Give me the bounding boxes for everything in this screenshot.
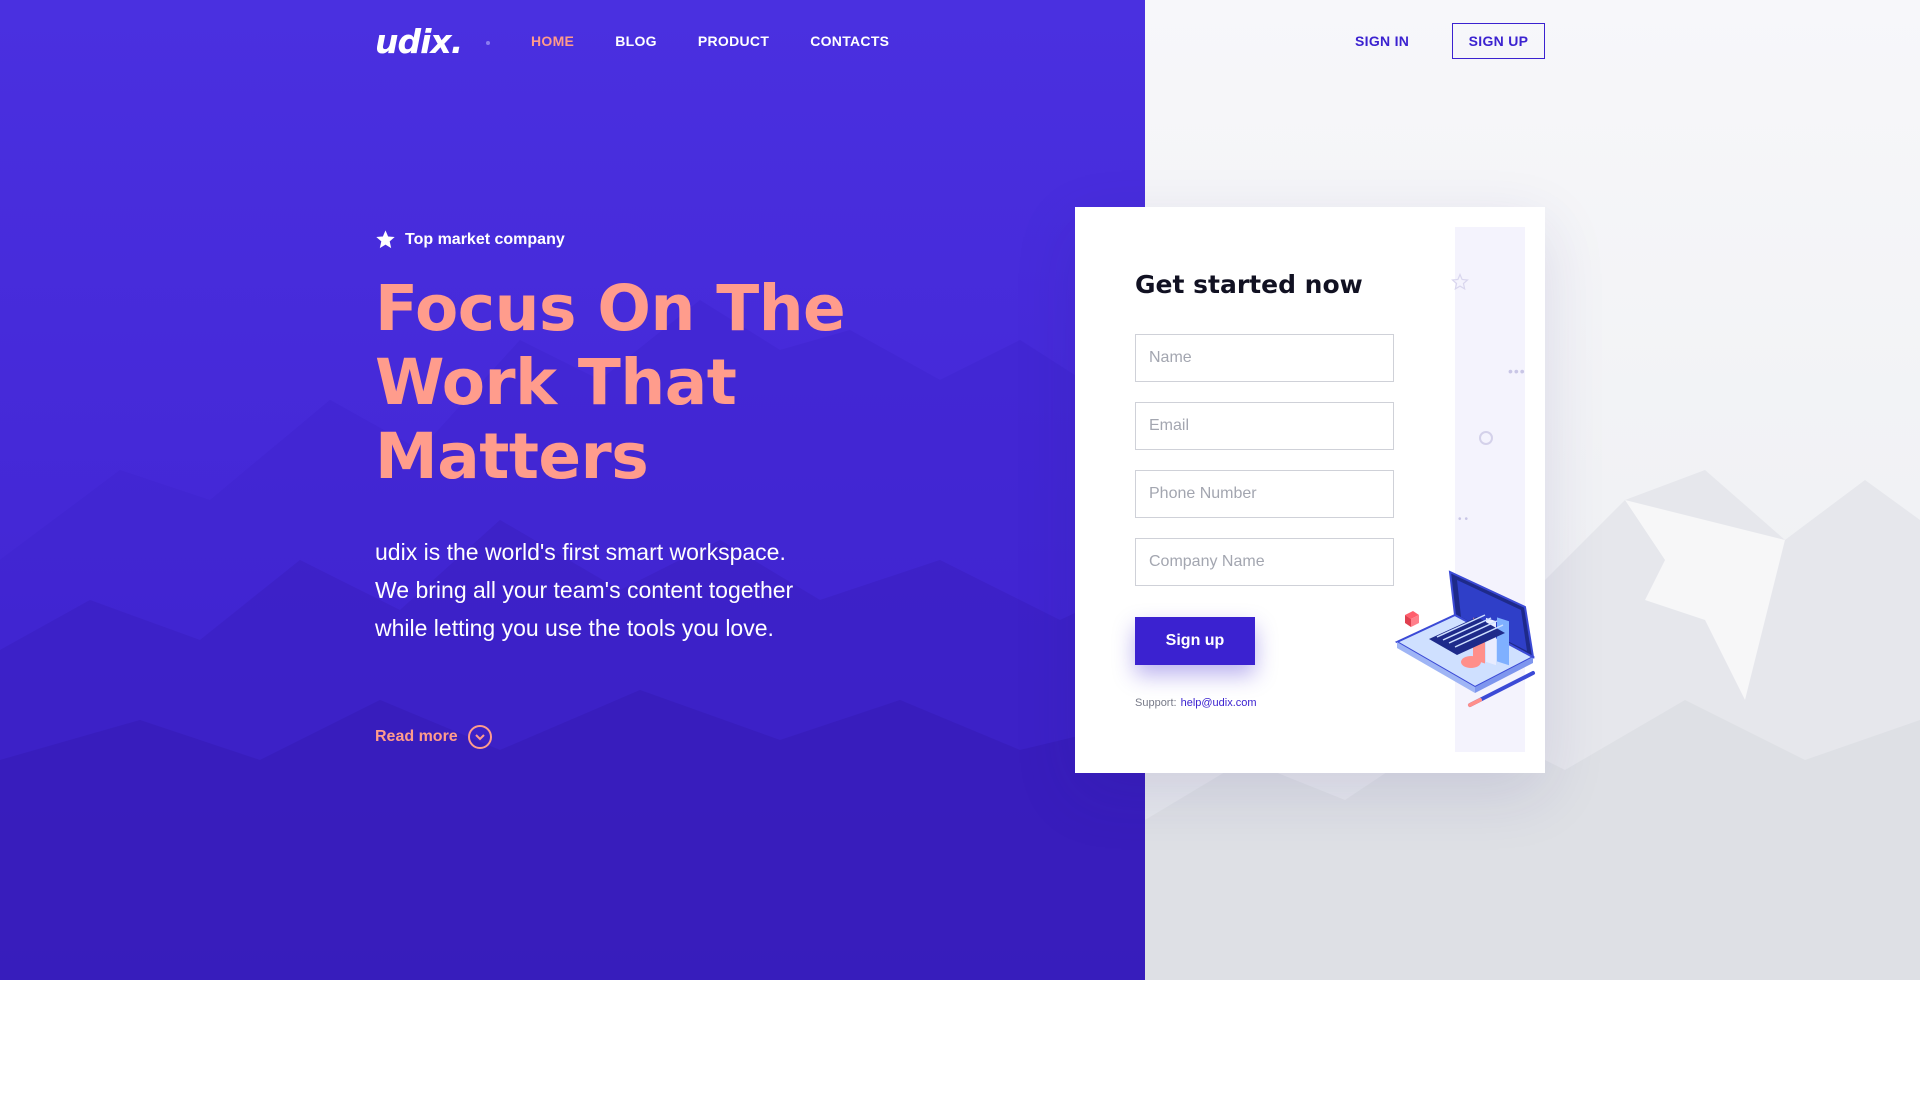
support-label: Support: [1135, 697, 1177, 709]
email-field[interactable] [1135, 402, 1394, 450]
description-line: while letting you use the tools you love… [375, 615, 774, 641]
company-name-field[interactable] [1135, 538, 1394, 586]
nav-item-home[interactable]: HOME [531, 33, 574, 49]
sign-up-button[interactable]: SIGN UP [1452, 23, 1545, 59]
signup-form-card: ••• •• Get started now Sign up Support: h… [1075, 207, 1545, 773]
support-line: Support: help@udix.com [1135, 697, 1257, 709]
nav-item-contacts[interactable]: CONTACTS [810, 33, 889, 49]
phone-number-field[interactable] [1135, 470, 1394, 518]
udix-logo[interactable]: udix. [375, 22, 463, 61]
form-title: Get started now [1135, 270, 1363, 299]
headline-line: Work That [375, 346, 737, 419]
small-dots-icon: •• [1458, 514, 1472, 525]
main-nav: HOME BLOG PRODUCT CONTACTS [531, 33, 889, 49]
headline-line: Matters [375, 420, 649, 493]
circle-outline-icon [1479, 431, 1493, 445]
star-outline-icon [1451, 273, 1469, 291]
nav-separator-dot [486, 41, 490, 45]
laptop-illustration [1394, 570, 1536, 707]
read-more-label: Read more [375, 728, 458, 745]
dots-icon: ••• [1508, 363, 1526, 379]
top-market-badge: Top market company [375, 229, 565, 250]
nav-item-product[interactable]: PRODUCT [698, 33, 769, 49]
hero-description: udix is the world's first smart workspac… [375, 533, 865, 647]
badge-label: Top market company [405, 230, 565, 248]
star-icon [376, 230, 395, 249]
hero-section: udix. HOME BLOG PRODUCT CONTACTS SIGN IN… [0, 0, 1920, 980]
description-line: udix is the world's first smart workspac… [375, 539, 786, 565]
description-line: We bring all your team's content togethe… [375, 577, 794, 603]
form-sign-up-button[interactable]: Sign up [1135, 617, 1255, 665]
sign-in-link[interactable]: SIGN IN [1355, 33, 1409, 49]
headline-line: Focus On The [375, 272, 846, 345]
hero-headline: Focus On The Work That Matters [375, 272, 895, 494]
nav-item-blog[interactable]: BLOG [615, 33, 657, 49]
support-email-link[interactable]: help@udix.com [1181, 697, 1257, 709]
name-field[interactable] [1135, 334, 1394, 382]
chevron-down-circle-icon [467, 725, 492, 749]
read-more-link[interactable]: Read more [375, 725, 492, 749]
